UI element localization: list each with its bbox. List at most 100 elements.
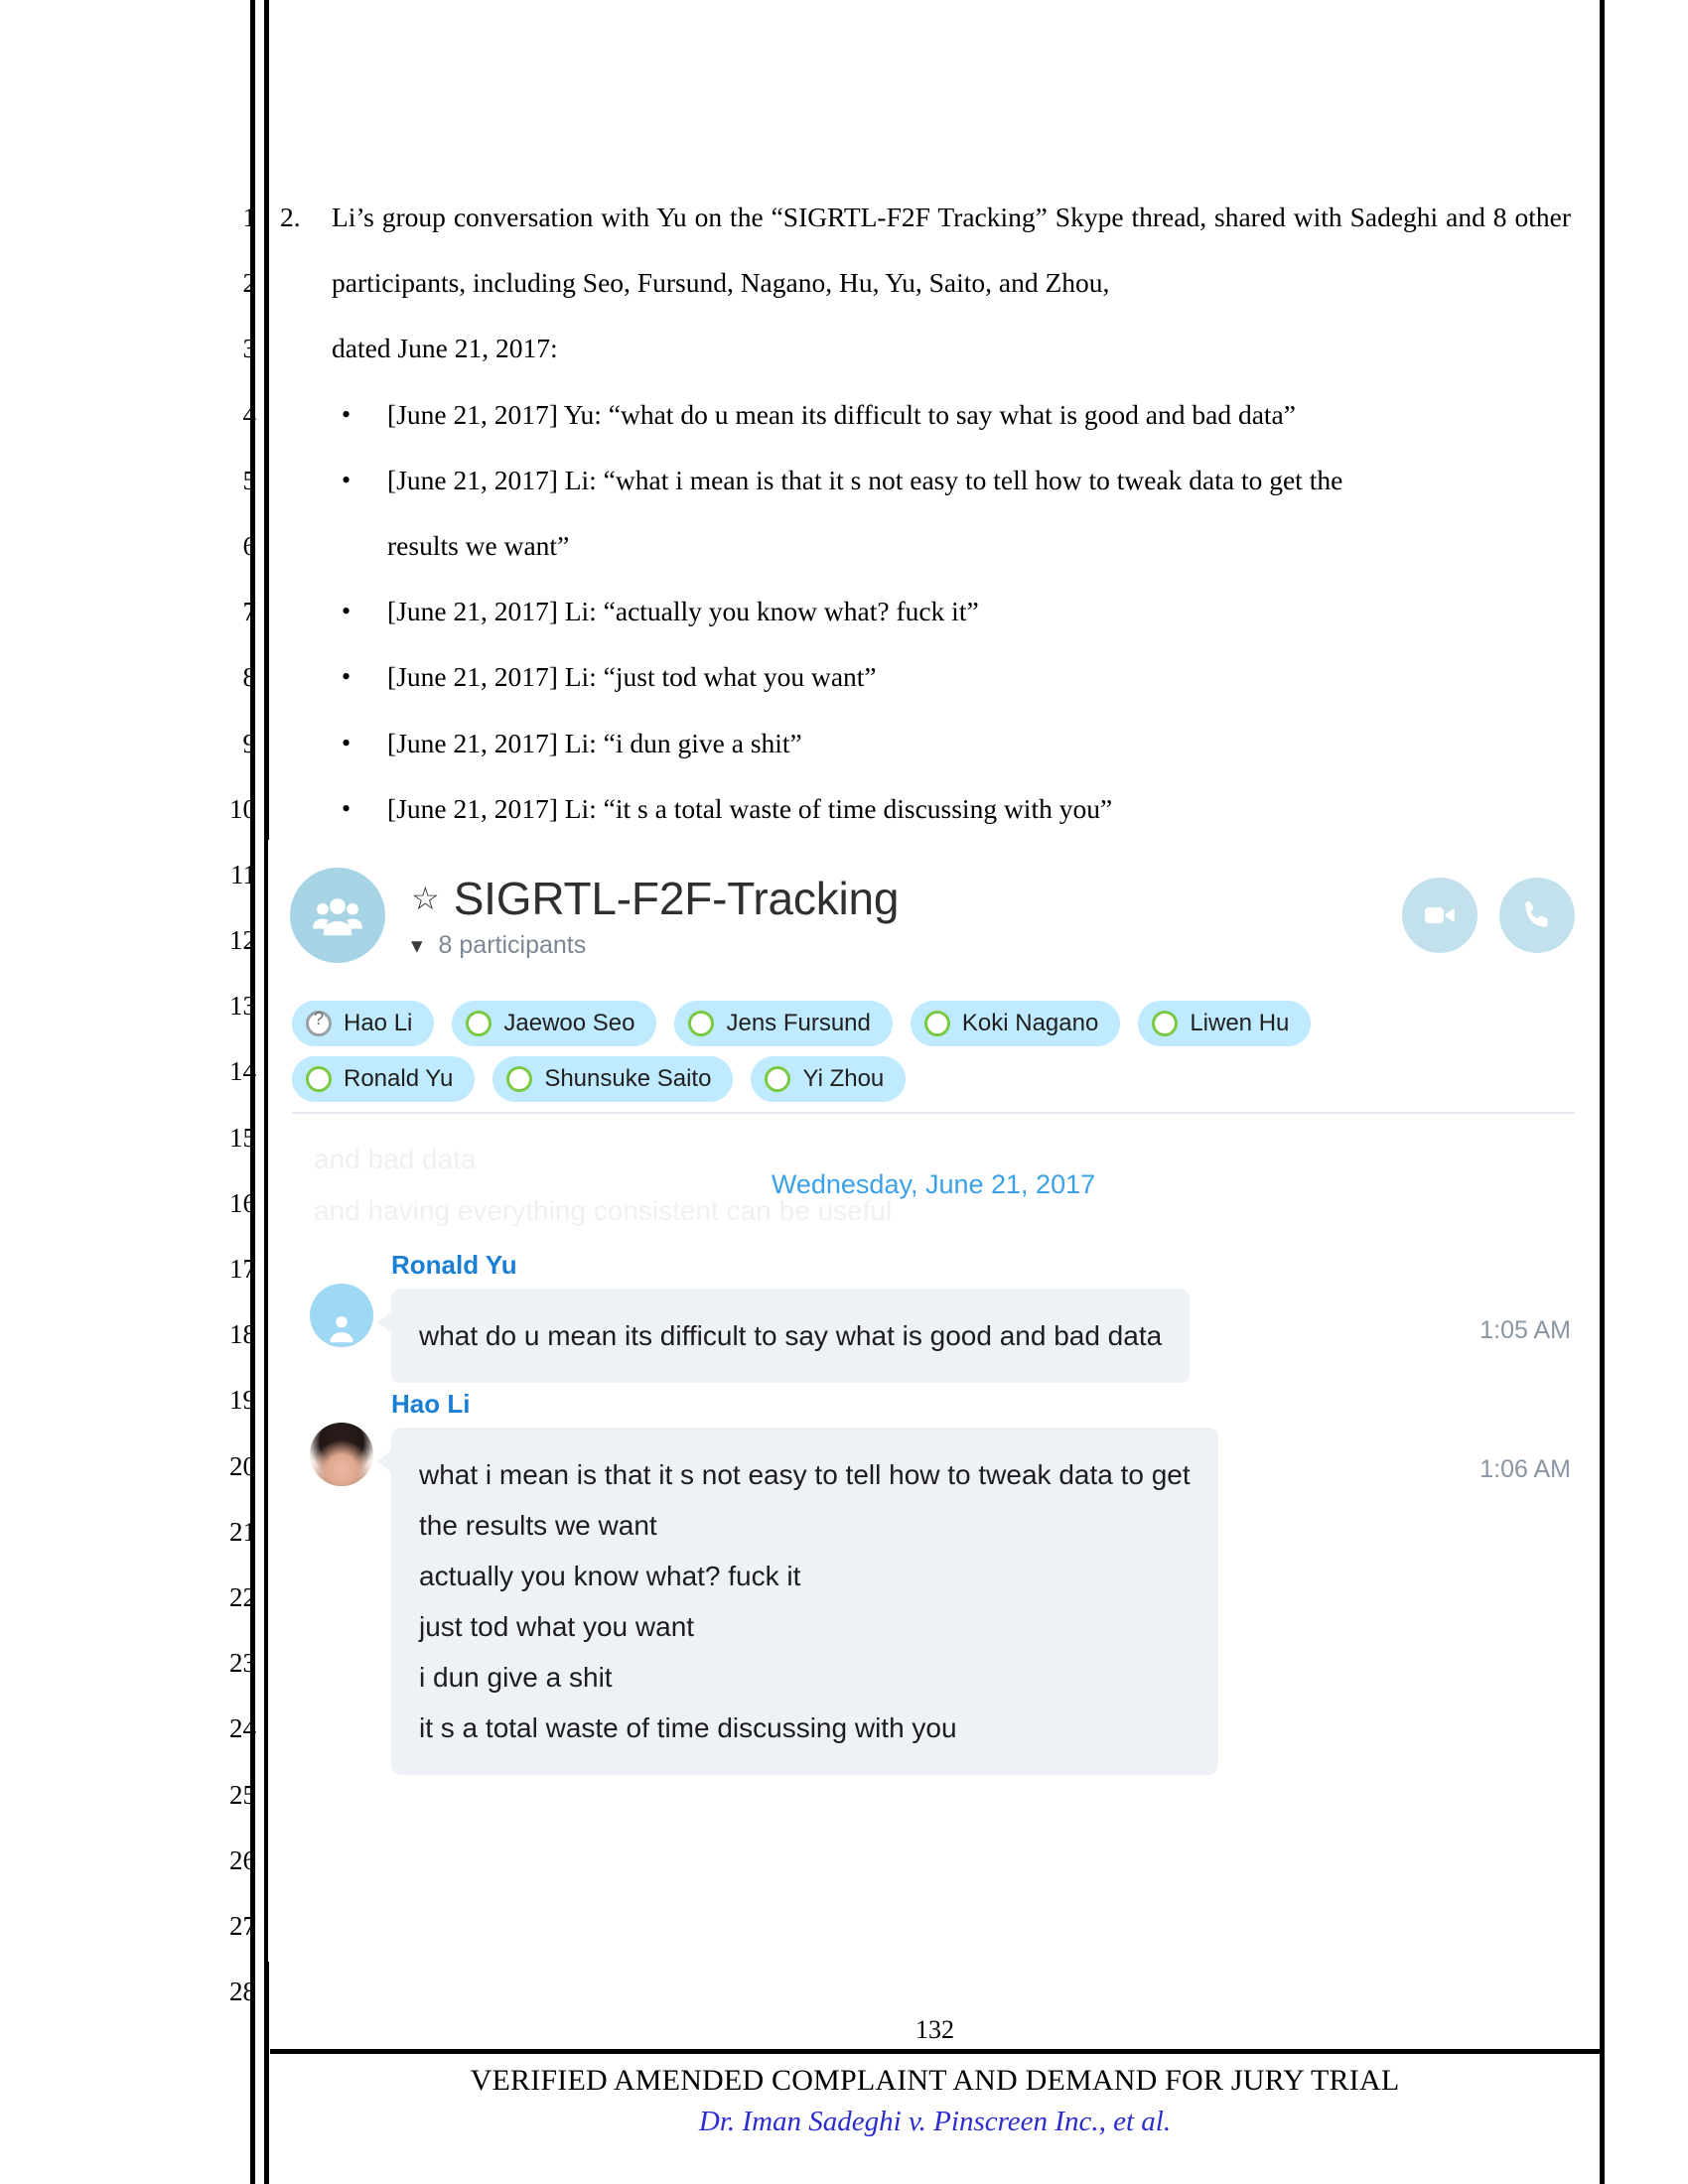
status-online-icon — [466, 1011, 492, 1036]
participant-chip[interactable]: Koki Nagano — [910, 1001, 1121, 1046]
status-online-icon — [506, 1066, 533, 1092]
footer-rule — [270, 2049, 1600, 2054]
participant-chip[interactable]: Jens Fursund — [674, 1001, 893, 1046]
line-number: 24 — [229, 1713, 256, 1744]
participant-name: Liwen Hu — [1190, 1010, 1290, 1036]
line-number: 10 — [229, 793, 256, 824]
date-divider: Wednesday, June 21, 2017 — [771, 1169, 1096, 1199]
participants-strip: Hao Li Jaewoo Seo Jens Fursund Koki Naga… — [268, 991, 1599, 1128]
footer-title: VERIFIED AMENDED COMPLAINT AND DEMAND FO… — [470, 2064, 1400, 2097]
line-number: 6 — [242, 530, 257, 561]
people-group-icon — [290, 868, 385, 963]
line-number: 18 — [229, 1319, 256, 1350]
page-footer: 132 VERIFIED AMENDED COMPLAINT AND DEMAN… — [270, 2015, 1600, 2184]
line-number: 9 — [242, 728, 257, 758]
list-item-text: [June 21, 2017] Li: “just tod what you w… — [387, 661, 877, 693]
message-bubble[interactable]: what i mean is that it s not easy to tel… — [377, 1428, 1218, 1775]
message: Hao Li what i mean is that it s not easy… — [292, 1389, 1575, 1775]
participant-name: Jaewoo Seo — [503, 1010, 635, 1036]
skype-header-actions — [1402, 878, 1575, 953]
message-content: Ronald Yu what do u mean its difficult t… — [376, 1250, 1575, 1383]
list-item-text: [June 21, 2017] Yu: “what do u mean its … — [387, 398, 1296, 430]
quoted-message-list: • [June 21, 2017] Yu: “what do u mean it… — [280, 382, 1571, 842]
audio-call-button[interactable] — [1499, 878, 1575, 953]
status-online-icon — [688, 1011, 715, 1036]
line-number: 14 — [229, 1056, 256, 1087]
avatar — [310, 1423, 373, 1486]
participant-chip[interactable]: Jaewoo Seo — [452, 1001, 657, 1046]
bullet-icon: • — [342, 597, 352, 626]
status-unknown-icon — [306, 1009, 332, 1036]
line-number: 3 — [242, 334, 257, 364]
line-number: 11 — [230, 859, 256, 889]
list-item-text: [June 21, 2017] Li: “i dun give a shit” — [387, 727, 802, 758]
list-item: • [June 21, 2017] Yu: “what do u mean it… — [280, 382, 1571, 448]
list-item-text: [June 21, 2017] Li: “it s a total waste … — [387, 792, 1113, 824]
thread-title-row: ☆ SIGRTL-F2F-Tracking — [411, 872, 1402, 925]
list-item-text: [June 21, 2017] Li: “what i mean is that… — [387, 464, 1343, 495]
participant-name: Jens Fursund — [726, 1010, 871, 1036]
participant-chip[interactable]: Liwen Hu — [1138, 1001, 1312, 1046]
message-sender: Hao Li — [391, 1389, 471, 1419]
message-content: Hao Li what i mean is that it s not easy… — [377, 1389, 1575, 1775]
participant-name: Koki Nagano — [961, 1010, 1099, 1036]
list-item: • [June 21, 2017] Li: “actually you know… — [280, 579, 1571, 644]
participant-chip[interactable]: Ronald Yu — [292, 1056, 476, 1102]
line-number: 20 — [229, 1450, 256, 1481]
line-number: 19 — [229, 1385, 256, 1416]
bullet-spacer — [342, 513, 387, 579]
star-icon[interactable]: ☆ — [411, 883, 440, 914]
message-line: actually you know what? fuck it — [419, 1561, 801, 1591]
message-timestamp: 1:05 AM — [1479, 1316, 1571, 1344]
document-body: 2. Li’s group conversation with Yu on th… — [280, 185, 1571, 842]
status-online-icon — [923, 1011, 950, 1036]
participants-row[interactable]: ▾ 8 participants — [411, 931, 1402, 960]
message-bubble[interactable]: what do u mean its difficult to say what… — [376, 1289, 1191, 1383]
bullet-icon: • — [342, 728, 352, 757]
paragraph-text: Li’s group conversation with Yu on the “… — [332, 185, 1571, 382]
chevron-down-icon[interactable]: ▾ — [411, 933, 423, 957]
skype-header-text: ☆ SIGRTL-F2F-Tracking ▾ 8 participants — [411, 872, 1402, 960]
message-line: i dun give a shit — [419, 1662, 613, 1693]
message-timestamp: 1:06 AM — [1479, 1455, 1571, 1483]
paragraph-line: Li’s group conversation with Yu on the “… — [332, 202, 1342, 232]
line-number: 7 — [242, 597, 257, 627]
participant-chip[interactable]: Shunsuke Saito — [492, 1056, 734, 1102]
line-number: 8 — [242, 662, 257, 693]
message-bubble-row: what do u mean its difficult to say what… — [376, 1289, 1575, 1383]
paragraph-line: dated June 21, 2017: — [332, 333, 558, 364]
line-number: 26 — [229, 1844, 256, 1875]
line-number: 2 — [242, 268, 257, 299]
line-number: 17 — [229, 1254, 256, 1284]
message: Ronald Yu what do u mean its difficult t… — [292, 1250, 1575, 1383]
participant-chip[interactable]: Hao Li — [292, 1001, 435, 1046]
line-number: 27 — [229, 1910, 256, 1941]
participant-chip[interactable]: Yi Zhou — [751, 1056, 907, 1102]
video-call-button[interactable] — [1402, 878, 1477, 953]
participant-name: Ronald Yu — [344, 1065, 454, 1092]
line-number: 23 — [229, 1648, 256, 1679]
message-avatar-slot — [292, 1250, 391, 1347]
line-number: 15 — [229, 1122, 256, 1153]
message-line: what i mean is that it s not easy to tel… — [419, 1459, 1191, 1490]
divider — [292, 1112, 1575, 1114]
message-bubble-row: what i mean is that it s not easy to tel… — [377, 1428, 1575, 1775]
message-line: what do u mean its difficult to say what… — [419, 1320, 1163, 1351]
page-number: 132 — [915, 2015, 954, 2044]
list-item-text: [June 21, 2017] Li: “actually you know w… — [387, 596, 979, 627]
skype-conversation-screenshot: ☆ SIGRTL-F2F-Tracking ▾ 8 participants ?… — [268, 840, 1599, 1962]
legal-document-page: 1 2 3 4 5 6 7 8 9 10 11 12 13 14 15 16 1… — [0, 0, 1688, 2184]
numbered-paragraph: 2. Li’s group conversation with Yu on th… — [280, 185, 1571, 382]
line-number: 16 — [229, 1187, 256, 1218]
skype-header: ☆ SIGRTL-F2F-Tracking ▾ 8 participants — [268, 840, 1599, 991]
page-border-right — [1600, 0, 1605, 2184]
message-list: and bad data and having everything consi… — [268, 1128, 1599, 1775]
line-number: 5 — [242, 465, 257, 495]
message-line: the results we want — [419, 1510, 657, 1541]
list-item: • [June 21, 2017] Li: “it s a total wast… — [280, 776, 1571, 842]
participants-count-label: 8 participants — [438, 930, 587, 959]
line-number: 28 — [229, 1977, 256, 2007]
participant-name: Yi Zhou — [802, 1065, 885, 1092]
line-number: 22 — [229, 1581, 256, 1612]
participant-name: Shunsuke Saito — [544, 1065, 712, 1092]
